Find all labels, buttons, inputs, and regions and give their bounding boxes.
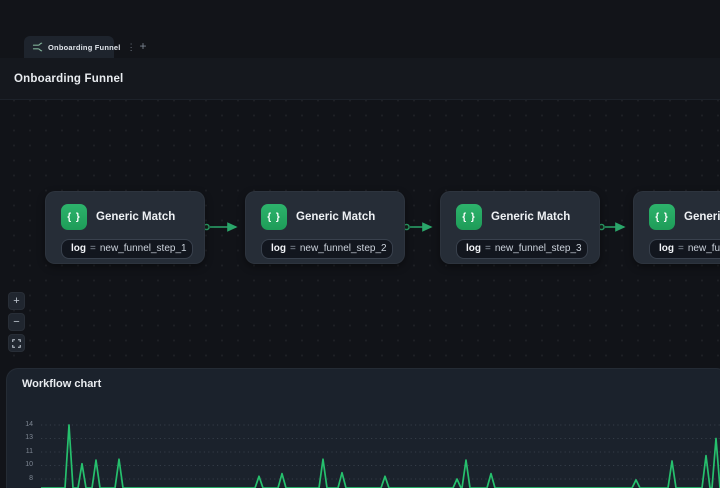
fit-view-icon xyxy=(12,339,21,348)
y-tick-label: 14 xyxy=(13,421,33,428)
y-tick-label: 13 xyxy=(13,434,33,441)
chart-y-axis: 14 13 11 10 8 xyxy=(7,369,36,488)
y-tick-label: 11 xyxy=(13,448,33,455)
y-tick-label: 8 xyxy=(13,475,33,482)
param-value: new_funnel_step_3 xyxy=(495,243,582,254)
braces-icon: { } xyxy=(61,204,87,230)
braces-icon: { } xyxy=(261,204,287,230)
braces-icon: { } xyxy=(649,204,675,230)
param-key: log xyxy=(271,243,286,254)
app-window: Onboarding Funnel ⋮ + Onboarding Funnel xyxy=(0,0,720,488)
workflow-icon xyxy=(32,42,43,52)
param-operator: = xyxy=(90,243,96,254)
page-title: Onboarding Funnel xyxy=(14,73,123,85)
zoom-in-button[interactable]: + xyxy=(8,292,25,310)
y-tick-label: 10 xyxy=(13,461,33,468)
node-param-pill[interactable]: log = new_funnel_step_3 xyxy=(456,239,588,259)
new-tab-button[interactable]: + xyxy=(135,39,151,55)
fit-view-button[interactable] xyxy=(8,334,25,352)
node-generic-match-2[interactable]: { } Generic Match log = new_funnel_step_… xyxy=(245,191,405,264)
node-generic-match-1[interactable]: { } Generic Match log = new_funnel_step_… xyxy=(45,191,205,264)
node-title: Generic Match xyxy=(684,211,720,223)
param-value: new_funnel_step_1 xyxy=(100,243,187,254)
param-value: new_funnel_step_2 xyxy=(300,243,387,254)
node-generic-match-3[interactable]: { } Generic Match log = new_funnel_step_… xyxy=(440,191,600,264)
edge-3 xyxy=(599,224,624,229)
param-value: new_funnel_step_4 xyxy=(688,243,720,254)
canvas-zoom-controls: + − xyxy=(8,292,25,352)
node-header: { } Generic Match xyxy=(649,204,720,230)
top-bar xyxy=(0,0,720,36)
node-header: { } Generic Match xyxy=(261,204,390,230)
param-operator: = xyxy=(290,243,296,254)
node-title: Generic Match xyxy=(296,211,375,223)
tab-label: Onboarding Funnel xyxy=(48,43,121,52)
param-operator: = xyxy=(485,243,491,254)
node-header: { } Generic Match xyxy=(456,204,585,230)
node-generic-match-4[interactable]: { } Generic Match log = new_funnel_step_… xyxy=(633,191,720,264)
tab-bar: Onboarding Funnel ⋮ + xyxy=(0,36,720,58)
node-param-pill[interactable]: log = new_funnel_step_4 xyxy=(649,239,720,259)
node-title: Generic Match xyxy=(491,211,570,223)
node-header: { } Generic Match xyxy=(61,204,190,230)
workflow-header: Onboarding Funnel xyxy=(0,58,720,100)
edge-1 xyxy=(204,224,236,229)
workflow-chart-panel: Workflow chart 14 13 11 10 8 xyxy=(6,368,720,488)
param-key: log xyxy=(466,243,481,254)
workflow-canvas[interactable]: { } Generic Match log = new_funnel_step_… xyxy=(0,100,720,390)
param-operator: = xyxy=(678,243,684,254)
edge-2 xyxy=(404,224,431,229)
node-title: Generic Match xyxy=(96,211,175,223)
workflow-chart-svg xyxy=(41,417,720,488)
node-param-pill[interactable]: log = new_funnel_step_1 xyxy=(61,239,193,259)
param-key: log xyxy=(659,243,674,254)
param-key: log xyxy=(71,243,86,254)
node-param-pill[interactable]: log = new_funnel_step_2 xyxy=(261,239,393,259)
tab-onboarding-funnel[interactable]: Onboarding Funnel ⋮ xyxy=(24,36,114,58)
zoom-out-button[interactable]: − xyxy=(8,313,25,331)
braces-icon: { } xyxy=(456,204,482,230)
